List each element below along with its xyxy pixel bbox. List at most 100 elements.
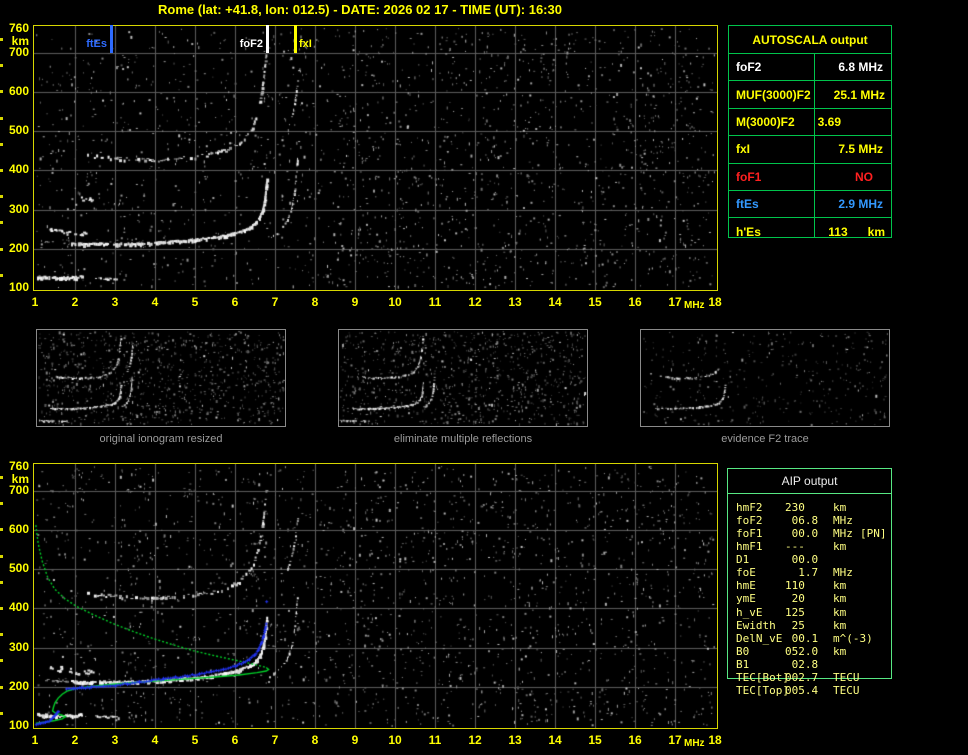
x-tick-label: 13	[508, 295, 522, 309]
y-tick-label: 200	[8, 241, 29, 255]
autoscala-row-label: MUF(3000)F2	[736, 87, 811, 102]
x-tick-label: 7	[271, 733, 279, 747]
aip-row-label: Ewidth	[736, 619, 776, 632]
ruler-tick	[0, 476, 3, 479]
aip-row-unit: km	[833, 619, 847, 632]
aip-row-label: h_vE	[736, 606, 763, 619]
aip-row-label: hmE	[736, 579, 756, 592]
ruler-tick	[0, 143, 3, 146]
autoscala-row-label: foF1	[736, 169, 762, 184]
x-tick-label: 5	[191, 733, 199, 747]
ruler-tick	[0, 38, 3, 41]
x-tick-label: 12	[468, 733, 482, 747]
x-tick-label: 7	[271, 295, 279, 309]
x-tick-label: 8	[311, 733, 319, 747]
x-tick-label: 13	[508, 733, 522, 747]
aip-row-label: foF1	[736, 527, 763, 540]
aip-row-label: DelN_vE	[736, 632, 783, 645]
aip-row-value: 125	[785, 606, 805, 619]
thumbnail-eliminate-reflections	[338, 329, 588, 427]
ruler-tick	[0, 581, 3, 584]
marker-label-ftes: ftEs	[86, 38, 107, 50]
x-tick-label: 10	[388, 733, 402, 747]
ruler-tick	[0, 607, 3, 610]
thumbnail-caption-evidence: evidence F2 trace	[721, 433, 809, 445]
x-tick-label: 18	[708, 733, 722, 747]
x-tick-label: 16	[628, 733, 642, 747]
x-tick-label: 18	[708, 295, 722, 309]
autoscala-row: ftEs 2.9 MHz	[729, 191, 891, 219]
thumbnail-caption-original: original ionogram resized	[99, 433, 223, 445]
page-title: Rome (lat: +41.8, lon: 012.5) - DATE: 20…	[158, 2, 562, 17]
marker-line-fxi	[294, 25, 297, 53]
x-tick-label: 9	[351, 733, 359, 747]
aip-row-value: 00.0	[785, 553, 819, 566]
x-tick-label: 10	[388, 295, 402, 309]
aip-row-unit: TECU	[833, 671, 860, 684]
aip-row-label: TEC[Top]	[736, 684, 789, 697]
ruler-tick	[0, 686, 3, 689]
x-tick-label: 6	[231, 733, 239, 747]
y-tick-label: 100	[8, 280, 29, 294]
ruler-tick	[0, 248, 3, 251]
autoscala-row-value: NO	[855, 169, 873, 184]
aip-row-value: 06.8	[785, 514, 819, 527]
ruler-tick	[0, 659, 3, 662]
autoscala-row-value: 3.69	[817, 114, 841, 129]
y-tick-label: 600	[8, 84, 29, 98]
y-tick-label: 300	[8, 202, 29, 216]
aip-row-unit: km	[833, 606, 847, 619]
x-tick-label: 2	[71, 733, 79, 747]
x-tick-label: 1	[31, 295, 39, 309]
x-tick-label: 3	[111, 295, 119, 309]
autoscala-row-label: fxI	[736, 142, 751, 157]
ruler-tick	[0, 90, 3, 93]
thumbnail-eliminate-canvas	[339, 330, 587, 426]
aip-row-label: ymE	[736, 592, 756, 605]
x-tick-label: 16	[628, 295, 642, 309]
x-axis-unit-label: MHz	[684, 738, 705, 749]
aip-row-unit: km	[833, 645, 847, 658]
marker-label-fxi: fxI	[299, 38, 312, 50]
aip-row-label: foF2	[736, 514, 763, 527]
x-tick-label: 3	[111, 733, 119, 747]
aip-row-note: [PN]	[860, 527, 887, 540]
ruler-tick	[0, 633, 3, 636]
y-tick-label: 400	[8, 162, 29, 176]
aip-row-value: 110	[785, 579, 805, 592]
autoscala-row: h'Es 113 km	[729, 218, 891, 244]
ruler-tick	[0, 64, 3, 67]
x-tick-label: 11	[428, 733, 442, 747]
autoscala-column-divider	[814, 53, 815, 237]
y-tick-label: 700	[8, 483, 29, 497]
autoscala-row: fxI 7.5 MHz	[729, 136, 891, 164]
x-tick-label: 6	[231, 295, 239, 309]
aip-header-separator	[727, 493, 892, 494]
thumbnail-original-ionogram	[36, 329, 286, 427]
x-tick-label: 9	[351, 295, 359, 309]
aip-row-label: hmF2	[736, 501, 763, 514]
x-tick-label: 1	[31, 733, 39, 747]
y-tick-label: 700	[8, 45, 29, 59]
aip-row-value: 20	[785, 592, 805, 605]
bottom-ionogram-canvas	[34, 464, 717, 728]
x-tick-label: 4	[151, 733, 159, 747]
aip-row-label: foE	[736, 566, 756, 579]
x-tick-label: 14	[548, 295, 562, 309]
y-tick-label: 200	[8, 679, 29, 693]
aip-row-value: 02.8	[785, 658, 819, 671]
x-axis-unit-label: MHz	[684, 300, 705, 311]
aip-row-unit: MHz	[833, 514, 853, 527]
x-tick-label: 11	[428, 295, 442, 309]
x-tick-label: 4	[151, 295, 159, 309]
aip-row-unit: TECU	[833, 684, 860, 697]
x-tick-label: 15	[588, 295, 602, 309]
x-tick-label: 8	[311, 295, 319, 309]
autoscala-row-value: 7.5 MHz	[838, 142, 883, 157]
autoscala-row-label: ftEs	[736, 197, 759, 212]
y-tick-label: 300	[8, 640, 29, 654]
marker-line-ftes	[110, 25, 113, 53]
autoscala-row-label: foF2	[736, 60, 762, 75]
top-ionogram-canvas	[34, 26, 717, 290]
x-tick-label: 2	[71, 295, 79, 309]
